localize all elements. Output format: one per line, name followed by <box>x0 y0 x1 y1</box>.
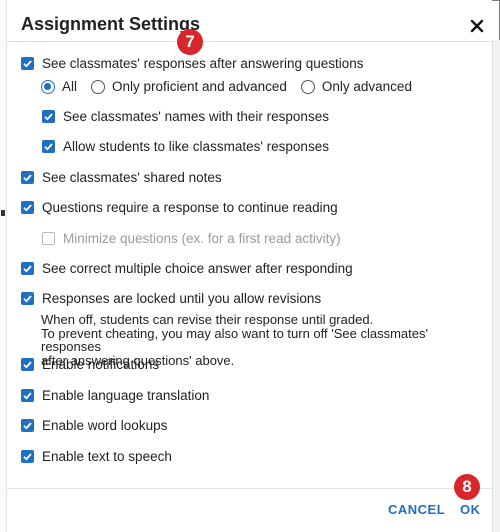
checkbox-checked[interactable] <box>21 389 34 402</box>
checkbox-checked[interactable] <box>21 57 34 70</box>
checkbox-checked[interactable] <box>21 419 34 432</box>
radio-label: Only advanced <box>321 79 412 94</box>
checkbox-checked[interactable] <box>21 358 34 371</box>
setting-label: See classmates' responses after answerin… <box>42 56 364 71</box>
callout-badge-8: 8 <box>454 474 480 500</box>
radio-option-all[interactable]: All <box>41 79 77 94</box>
setting-translation[interactable]: Enable language translation <box>21 388 209 403</box>
response-scope-radio-group: All Only proficient and advanced Only ad… <box>41 79 426 94</box>
checkbox-checked[interactable] <box>21 171 34 184</box>
footer-divider <box>7 488 492 489</box>
help-line: To prevent cheating, you may also want t… <box>41 325 428 354</box>
setting-label: Enable text to speech <box>42 449 172 464</box>
setting-text-to-speech[interactable]: Enable text to speech <box>21 449 172 464</box>
scrollbar-track[interactable] <box>492 40 500 532</box>
setting-label: Questions require a response to continue… <box>42 200 338 215</box>
checkbox-checked[interactable] <box>42 110 55 123</box>
setting-require-response[interactable]: Questions require a response to continue… <box>21 200 338 215</box>
ok-button[interactable]: OK <box>460 502 481 517</box>
dialog-title: Assignment Settings <box>21 14 201 34</box>
close-icon[interactable] <box>466 15 488 37</box>
setting-label: Responses are locked until you allow rev… <box>42 291 322 306</box>
setting-word-lookups[interactable]: Enable word lookups <box>21 418 167 433</box>
setting-label: Allow students to like classmates' respo… <box>63 139 329 154</box>
cancel-button[interactable]: CANCEL <box>388 502 445 517</box>
radio-label: Only proficient and advanced <box>112 79 287 94</box>
background-page-edge <box>0 0 7 532</box>
checkbox-checked[interactable] <box>21 450 34 463</box>
radio-unselected[interactable] <box>91 79 106 94</box>
setting-shared-notes[interactable]: See classmates' shared notes <box>21 170 222 185</box>
checkbox-checked[interactable] <box>21 292 34 305</box>
setting-label: Enable notifications <box>42 357 160 372</box>
setting-label: See classmates' names with their respons… <box>63 109 329 124</box>
header-divider <box>7 41 492 42</box>
setting-label: See classmates' shared notes <box>42 170 222 185</box>
radio-unselected[interactable] <box>300 79 315 94</box>
callout-badge-7: 7 <box>177 29 203 55</box>
assignment-settings-dialog: Assignment Settings 7 See classmates' re… <box>7 0 492 532</box>
setting-label: See correct multiple choice answer after… <box>42 261 353 276</box>
radio-option-advanced[interactable]: Only advanced <box>300 79 412 94</box>
setting-allow-like[interactable]: Allow students to like classmates' respo… <box>42 139 329 154</box>
setting-see-names[interactable]: See classmates' names with their respons… <box>42 109 329 124</box>
radio-option-proficient-advanced[interactable]: Only proficient and advanced <box>91 79 287 94</box>
checkbox-checked[interactable] <box>21 262 34 275</box>
setting-notifications[interactable]: Enable notifications <box>21 357 159 372</box>
setting-minimize-questions: Minimize questions (ex. for a first read… <box>42 231 341 246</box>
radio-selected[interactable] <box>41 79 55 94</box>
help-line: When off, students can revise their resp… <box>41 312 374 327</box>
setting-see-responses[interactable]: See classmates' responses after answerin… <box>21 56 364 71</box>
setting-label: Minimize questions (ex. for a first read… <box>63 231 341 246</box>
radio-label: All <box>62 79 78 94</box>
setting-correct-mc[interactable]: See correct multiple choice answer after… <box>21 261 353 276</box>
background-text-fragment <box>1 210 5 216</box>
checkbox-unchecked-disabled <box>42 232 55 245</box>
checkbox-checked[interactable] <box>21 201 34 214</box>
setting-label: Enable word lookups <box>42 418 168 433</box>
setting-locked-responses[interactable]: Responses are locked until you allow rev… <box>21 291 321 306</box>
setting-label: Enable language translation <box>42 388 210 403</box>
checkbox-checked[interactable] <box>42 140 55 153</box>
